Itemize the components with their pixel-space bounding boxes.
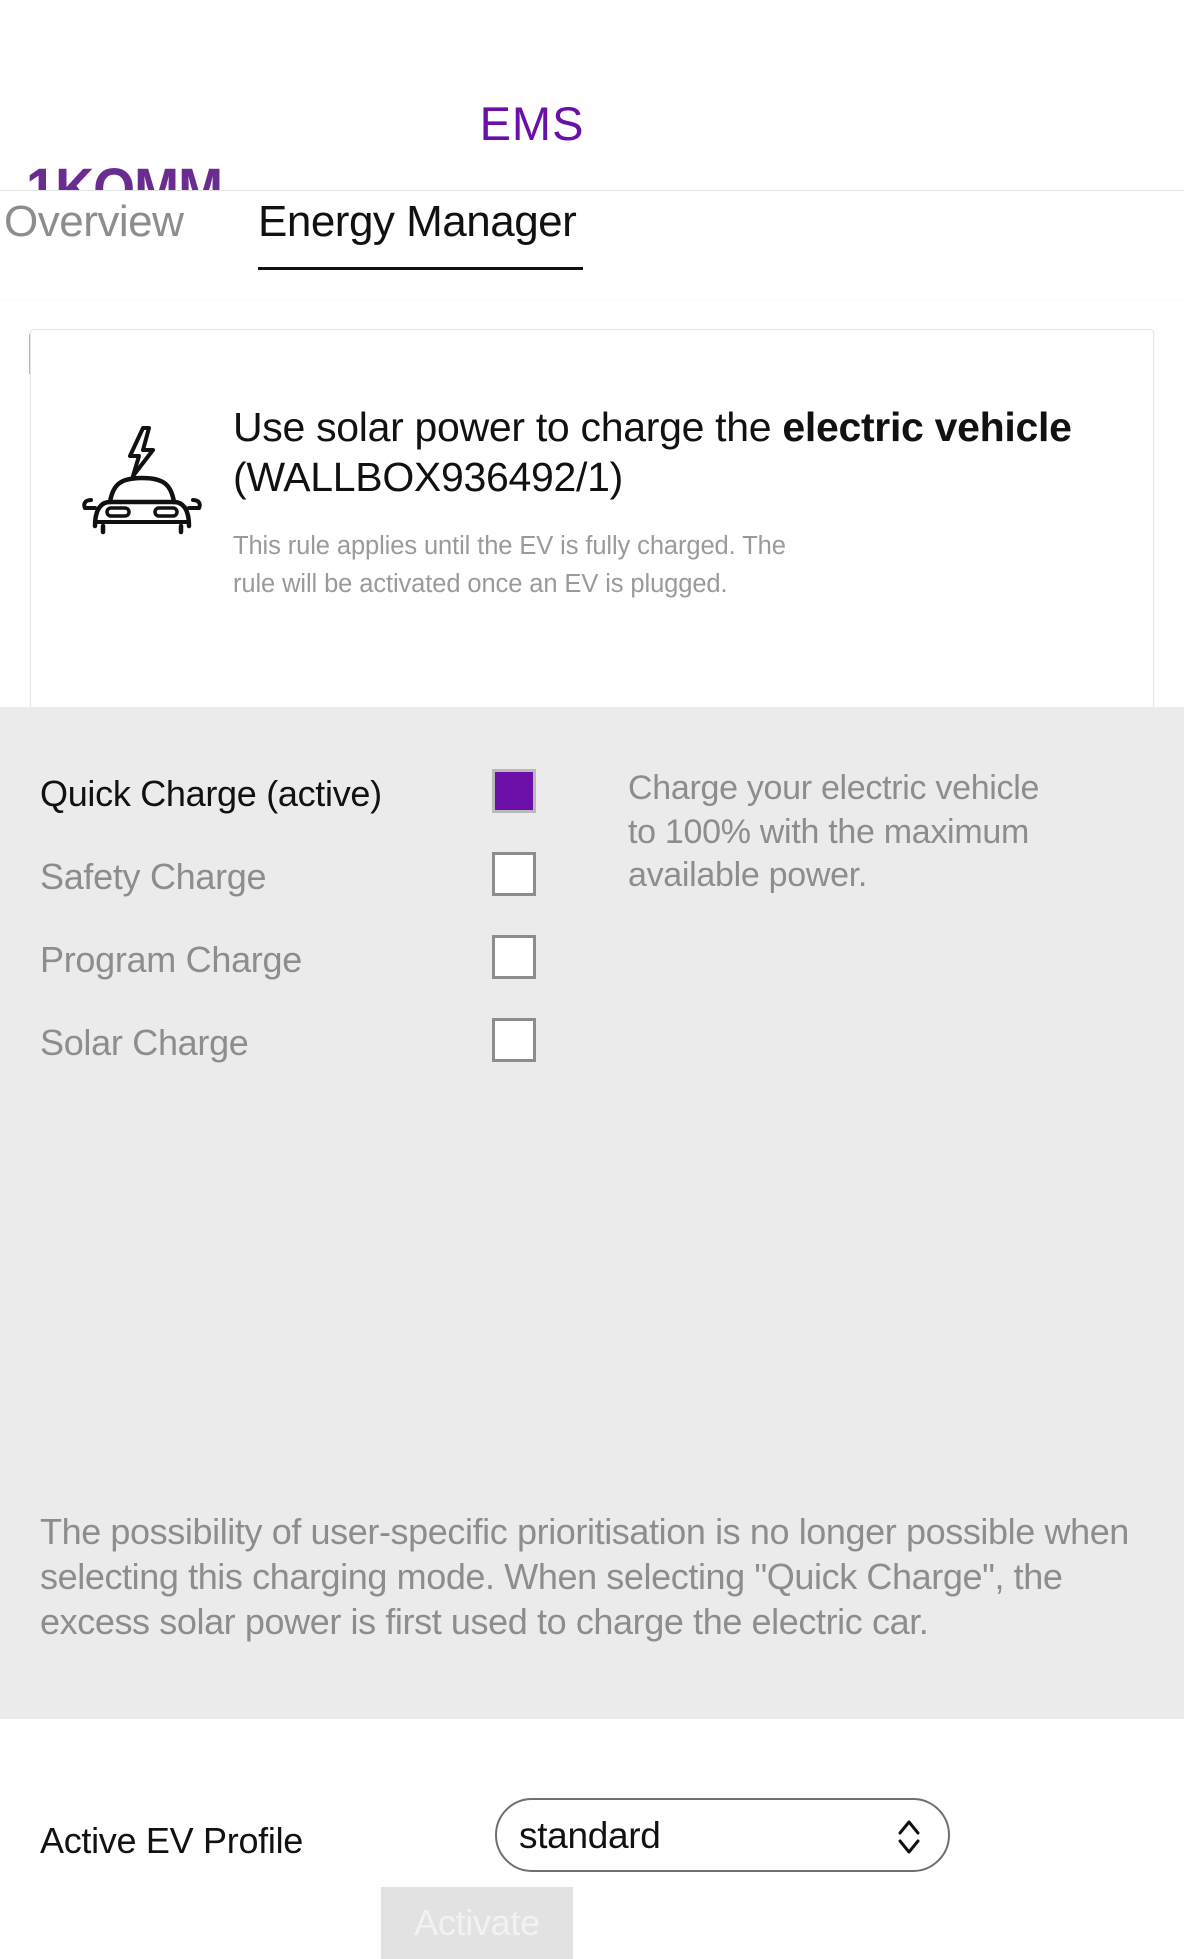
charge-mode-label: Program Charge: [40, 939, 302, 981]
tab-bar: Overview Energy Manager: [0, 190, 1184, 299]
charge-mode-checkbox-safety-charge[interactable]: [492, 852, 536, 896]
ems-app-screen: 1KOMM MA5° EMS Overview Energy Manager: [0, 0, 1184, 1777]
charge-mode-checkbox-quick-charge[interactable]: [492, 769, 536, 813]
checkbox-fill: [495, 855, 533, 893]
charge-mode-checkbox-program-charge[interactable]: [492, 935, 536, 979]
tab-active-indicator: [258, 267, 583, 270]
charge-mode-label: Safety Charge: [40, 856, 266, 898]
charge-mode-panel: Quick Charge (active) Safety Charge Prog…: [0, 707, 1184, 1499]
rule-description: This rule applies until the EV is fully …: [233, 528, 808, 603]
charge-mode-list: Quick Charge (active) Safety Charge Prog…: [40, 759, 1144, 1091]
charge-mode-label: Quick Charge (active): [40, 773, 382, 815]
footer-note-container: The possibility of user-specific priorit…: [0, 1499, 1184, 1644]
rule-card: Use solar power to charge the electric v…: [30, 329, 1154, 727]
panel-bottom-fill: [0, 1644, 1184, 1719]
ev-profile-selected-value: standard: [519, 1815, 661, 1857]
ev-profile-select[interactable]: standard: [495, 1798, 950, 1872]
ev-profile-row: Active EV Profile standard: [40, 1810, 1144, 1882]
footer-note-text: The possibility of user-specific priorit…: [40, 1499, 1144, 1644]
checkbox-fill: [495, 938, 533, 976]
activate-button[interactable]: Activate: [381, 1887, 573, 1959]
charge-mode-row-solar-charge[interactable]: Solar Charge: [40, 1008, 1144, 1091]
rule-heading-bold: electric vehicle: [782, 404, 1071, 450]
rule-card-container: Use solar power to charge the electric v…: [0, 299, 1184, 707]
ev-charging-car-icon: [77, 422, 207, 542]
selected-mode-description: Charge your electric vehicle to 100% wit…: [628, 767, 1048, 898]
app-header: 1KOMM MA5° EMS: [0, 0, 1184, 190]
tab-overview[interactable]: Overview: [4, 197, 183, 257]
charge-mode-row-program-charge[interactable]: Program Charge: [40, 925, 1144, 1008]
ev-profile-label: Active EV Profile: [40, 1820, 303, 1862]
chevron-up-down-icon: [896, 1816, 922, 1858]
rule-heading: Use solar power to charge the electric v…: [233, 402, 1129, 502]
rule-heading-part2: (WALLBOX936492/1): [233, 454, 623, 500]
screen-bottom-bar: [0, 1719, 1184, 1777]
rule-card-body: Use solar power to charge the electric v…: [233, 402, 1129, 604]
tab-energy-manager[interactable]: Energy Manager: [258, 197, 576, 257]
checkbox-fill: [495, 772, 533, 810]
checkbox-fill: [495, 1021, 533, 1059]
rule-heading-part1: Use solar power to charge the: [233, 404, 782, 450]
charge-mode-checkbox-solar-charge[interactable]: [492, 1018, 536, 1062]
page-title: EMS: [0, 96, 1124, 151]
charge-mode-label: Solar Charge: [40, 1022, 249, 1064]
